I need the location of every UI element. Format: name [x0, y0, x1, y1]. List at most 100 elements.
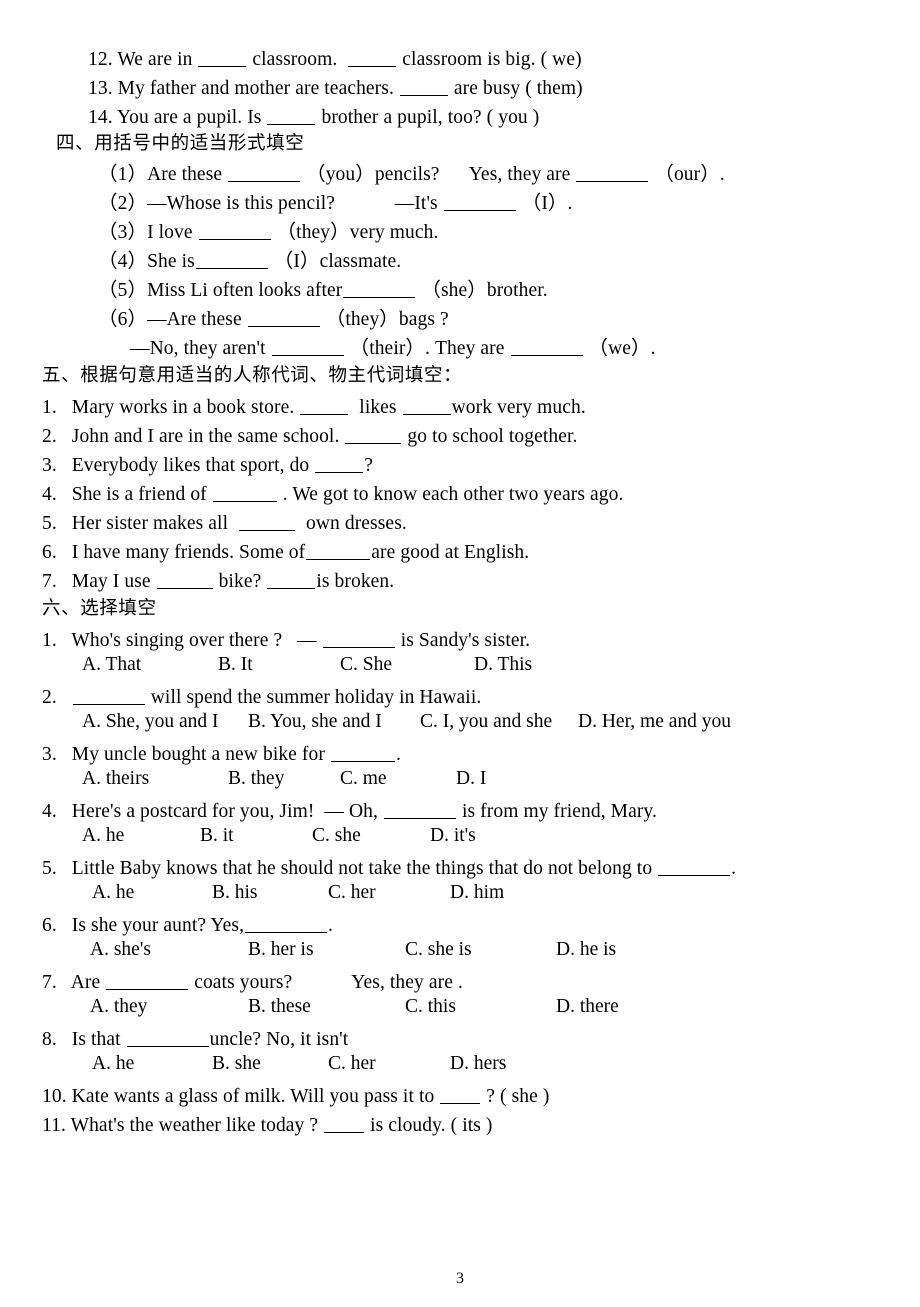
mc-q4-option-a[interactable]: A. he: [82, 826, 124, 846]
fill-blank[interactable]: [156, 570, 213, 589]
mc-q7-option-c[interactable]: C. this: [405, 997, 456, 1017]
item-number: 3.: [42, 454, 57, 476]
item-text-a: Her sister makes all: [71, 512, 229, 534]
mc-q4-option-c[interactable]: C. she: [312, 826, 361, 846]
mc-q1-option-a[interactable]: A. That: [82, 655, 141, 675]
mc-q5-option-a[interactable]: A. he: [92, 883, 134, 903]
item-number: 10.: [42, 1085, 67, 1107]
mc-q3-option-b[interactable]: B. they: [228, 769, 284, 789]
fill-blank[interactable]: [440, 1085, 481, 1104]
fill-blank[interactable]: [345, 425, 402, 444]
section-four-item-2: （2）—Whose is this pencil? —It's （I）.: [98, 192, 573, 214]
mc-q3-option-d[interactable]: D. I: [456, 769, 486, 789]
fill-blank[interactable]: [348, 48, 397, 67]
mc-q8-option-d[interactable]: D. hers: [450, 1054, 506, 1074]
fill-blank[interactable]: [245, 914, 328, 933]
mc-q2-option-d[interactable]: D. Her, me and you: [578, 712, 731, 732]
mc-question-6-stem: 6. Is she your aunt? Yes,.: [42, 914, 333, 936]
fill-blank[interactable]: [343, 279, 416, 298]
fill-blank[interactable]: [576, 163, 649, 182]
item-number: 5.: [42, 512, 57, 534]
stem-post: is from my friend, Mary.: [461, 800, 657, 822]
section-four-item-4: （4）She is （I）classmate.: [98, 250, 401, 272]
fill-blank[interactable]: [72, 686, 145, 705]
mc-q1-option-b[interactable]: B. It: [218, 655, 253, 675]
stem-post: uncle? No, it isn't: [209, 1028, 349, 1050]
section-four-heading: 四、用括号中的适当形式填空: [56, 133, 305, 154]
fill-blank[interactable]: [239, 512, 296, 531]
mc-q6-option-d[interactable]: D. he is: [556, 940, 616, 960]
mc-q7-option-b[interactable]: B. these: [248, 997, 311, 1017]
mc-q2-option-b[interactable]: B. You, she and I: [248, 712, 382, 732]
fill-blank[interactable]: [198, 48, 247, 67]
fill-blank[interactable]: [300, 396, 349, 415]
fill-blank[interactable]: [384, 800, 456, 819]
item-text-c: is broken.: [316, 570, 395, 592]
mc-q6-option-a[interactable]: A. she's: [90, 940, 151, 960]
stem-pre: Is she your aunt? Yes,: [71, 914, 245, 936]
item-text-b: own dresses.: [306, 512, 407, 534]
stem-pre: Are: [70, 971, 101, 993]
mc-q1-option-d[interactable]: D. This: [474, 655, 532, 675]
fill-blank[interactable]: [228, 163, 301, 182]
item-text-a: John and I are in the same school.: [71, 425, 340, 447]
fill-blank[interactable]: [106, 971, 189, 990]
exercise-item-11: 11. What's the weather like today ? is c…: [42, 1114, 493, 1136]
mc-question-2-stem: 2. will spend the summer holiday in Hawa…: [42, 686, 481, 708]
item-text-b: （they）bags ?: [325, 308, 449, 330]
mc-q8-option-c[interactable]: C. her: [328, 1054, 376, 1074]
mc-q4-option-d[interactable]: D. it's: [430, 826, 476, 846]
item-text-pre: My father and mother are teachers.: [117, 77, 394, 99]
item-number: （5）: [98, 279, 148, 301]
fill-blank[interactable]: [324, 1114, 365, 1133]
fill-blank[interactable]: [510, 337, 583, 356]
fill-blank[interactable]: [443, 192, 516, 211]
mc-q2-option-a[interactable]: A. She, you and I: [82, 712, 218, 732]
item-number: 4.: [42, 800, 57, 822]
mc-q6-option-b[interactable]: B. her is: [248, 940, 314, 960]
item-text-b: （their）. They are: [349, 337, 505, 359]
mc-question-7-stem: 7. Are coats yours? Yes, they are .: [42, 971, 463, 993]
mc-q7-option-a[interactable]: A. they: [90, 997, 147, 1017]
item-text-pre: Kate wants a glass of milk. Will you pas…: [71, 1085, 435, 1107]
fill-blank[interactable]: [247, 308, 320, 327]
page-number: 3: [456, 1270, 464, 1287]
item-text-a: She is a friend of: [71, 483, 207, 505]
mc-q8-option-a[interactable]: A. he: [92, 1054, 134, 1074]
fill-blank[interactable]: [212, 483, 277, 502]
fill-blank[interactable]: [399, 77, 448, 96]
item-number: 6.: [42, 541, 57, 563]
section-four-item-3: （3）I love （they）very much.: [98, 221, 438, 243]
fill-blank[interactable]: [315, 454, 364, 473]
mc-q6-option-c[interactable]: C. she is: [405, 940, 472, 960]
fill-blank[interactable]: [402, 396, 451, 415]
mc-q8-option-b[interactable]: B. she: [212, 1054, 261, 1074]
fill-blank[interactable]: [306, 541, 371, 560]
mc-q7-option-d[interactable]: D. there: [556, 997, 619, 1017]
mc-q3-option-a[interactable]: A. theirs: [82, 769, 149, 789]
fill-blank[interactable]: [195, 250, 268, 269]
mc-question-8-stem: 8. Is that uncle? No, it isn't: [42, 1028, 349, 1050]
fill-blank[interactable]: [267, 570, 316, 589]
fill-blank[interactable]: [658, 857, 731, 876]
mc-q4-option-b[interactable]: B. it: [200, 826, 234, 846]
section-six-heading: 六、选择填空: [42, 598, 157, 619]
fill-blank[interactable]: [330, 743, 395, 762]
fill-blank[interactable]: [267, 106, 316, 125]
item-text-a: I love: [147, 221, 193, 243]
fill-blank[interactable]: [126, 1028, 209, 1047]
fill-blank[interactable]: [271, 337, 344, 356]
fill-blank[interactable]: [198, 221, 271, 240]
mc-q1-option-c[interactable]: C. She: [340, 655, 392, 675]
fill-blank[interactable]: [322, 629, 395, 648]
item-number: 11.: [42, 1114, 66, 1136]
item-text-a: Are these: [147, 163, 223, 185]
item-text-b: . We got to know each other two years ag…: [282, 483, 624, 505]
mc-q5-option-b[interactable]: B. his: [212, 883, 258, 903]
mc-q2-option-c[interactable]: C. I, you and she: [420, 712, 552, 732]
section-five-item-4: 4. She is a friend of . We got to know e…: [42, 483, 624, 505]
item-number: 5.: [42, 857, 57, 879]
mc-q5-option-c[interactable]: C. her: [328, 883, 376, 903]
mc-q3-option-c[interactable]: C. me: [340, 769, 387, 789]
mc-q5-option-d[interactable]: D. him: [450, 883, 504, 903]
